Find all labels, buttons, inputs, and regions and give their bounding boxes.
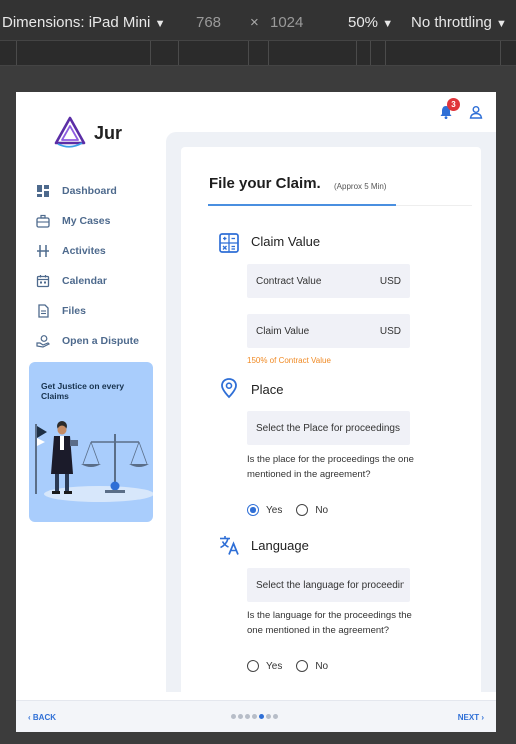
- section-title-place: Place: [251, 382, 284, 397]
- step-dot: [259, 714, 264, 719]
- lawyer-illustration-icon: [35, 421, 153, 502]
- sidebar-item-label: My Cases: [62, 215, 111, 227]
- language-radio-group: Yes No: [247, 659, 342, 673]
- claim-value-hint: 150% of Contract Value: [247, 356, 331, 365]
- chevron-down-icon: ▼: [496, 18, 507, 30]
- claim-value-input[interactable]: Claim Value USD: [247, 314, 410, 348]
- place-no-label: No: [315, 504, 329, 516]
- place-yes-label: Yes: [266, 504, 283, 516]
- height-input[interactable]: 1024: [270, 14, 303, 31]
- sidebar-item-label: Dashboard: [62, 185, 117, 197]
- device-dimensions-select[interactable]: Dimensions: iPad Mini ▼: [2, 14, 165, 31]
- next-button[interactable]: NEXT ›: [458, 713, 484, 722]
- brand-name: Jur: [94, 123, 123, 143]
- sidebar-item-activites[interactable]: Activites: [36, 242, 106, 260]
- language-select[interactable]: Select the language for proceedings: [247, 568, 410, 602]
- throttling-label: No throttling: [411, 14, 492, 31]
- sidebar-item-calendar[interactable]: Calendar: [36, 272, 107, 290]
- jur-logo-icon: [54, 116, 86, 148]
- briefcase-icon: [36, 214, 50, 228]
- language-yes-label: Yes: [266, 660, 283, 672]
- language-no-radio[interactable]: [296, 660, 309, 672]
- file-icon: [38, 304, 49, 318]
- hand-icon: [36, 335, 50, 348]
- section-title-language: Language: [251, 538, 309, 553]
- sidebar-item-label: Open a Dispute: [62, 335, 140, 347]
- chevron-down-icon: ▼: [382, 18, 394, 30]
- sidebar-item-label: Activites: [62, 245, 106, 257]
- sidebar-item-label: Files: [62, 305, 86, 317]
- step-dot: [238, 714, 243, 719]
- step-indicator: [231, 714, 280, 719]
- page-subtitle: (Approx 5 Min): [334, 182, 387, 191]
- sidebar-item-open-a-dispute[interactable]: Open a Dispute: [36, 332, 139, 350]
- throttling-select[interactable]: No throttling ▼: [411, 14, 507, 31]
- language-yes-radio[interactable]: [247, 660, 259, 672]
- width-input[interactable]: 768: [196, 14, 221, 31]
- next-label: NEXT: [457, 713, 480, 722]
- device-viewport: Jur 3 Dashboard My Cases Activites Calen…: [16, 92, 496, 732]
- device-label: Dimensions: iPad Mini: [2, 14, 151, 31]
- location-pin-icon: [221, 378, 237, 399]
- sidebar-item-label: Calendar: [62, 275, 107, 287]
- language-select-text: Select the language for proceedings: [256, 580, 404, 591]
- dashboard-icon: [37, 185, 49, 197]
- sidebar-item-dashboard[interactable]: Dashboard: [36, 182, 117, 200]
- sidebar-item-files[interactable]: Files: [36, 302, 86, 320]
- place-question: Is the place for the proceedings the one…: [247, 454, 414, 480]
- place-select-text: Select the Place for proceedings: [256, 423, 400, 434]
- page-title: File your Claim.: [209, 175, 321, 192]
- chevron-right-icon: ›: [481, 713, 484, 722]
- back-label: BACK: [32, 713, 57, 722]
- promo-title: Get Justice on every Claims: [41, 381, 125, 401]
- zoom-label: 50%: [348, 14, 379, 31]
- language-no-label: No: [315, 660, 329, 672]
- sidebar-item-my-cases[interactable]: My Cases: [36, 212, 110, 230]
- place-no-radio[interactable]: [296, 504, 309, 516]
- divider: [396, 205, 472, 206]
- contract-value-input[interactable]: Contract Value USD: [247, 264, 410, 298]
- chevron-left-icon: ‹: [28, 713, 31, 722]
- calculator-icon: [219, 233, 239, 253]
- activity-icon: [37, 245, 49, 257]
- translate-icon: [220, 536, 239, 555]
- promo-card: Get Justice on every Claims: [29, 362, 153, 522]
- back-button[interactable]: ‹ BACK: [28, 713, 56, 722]
- step-dot: [273, 714, 278, 719]
- step-dot: [252, 714, 257, 719]
- contract-currency: USD: [379, 276, 401, 287]
- title-underline: [208, 204, 396, 206]
- wizard-footer: ‹ BACK NEXT ›: [16, 700, 496, 732]
- step-dot: [231, 714, 236, 719]
- times-separator: ×: [250, 14, 259, 31]
- place-yes-radio[interactable]: [247, 504, 259, 516]
- calendar-icon: [36, 275, 50, 288]
- place-radio-group: Yes No: [247, 503, 342, 517]
- place-select[interactable]: Select the Place for proceedings: [247, 411, 410, 445]
- step-dot: [266, 714, 271, 719]
- section-title-claim-value: Claim Value: [251, 234, 321, 249]
- user-icon[interactable]: [468, 104, 484, 120]
- chevron-down-icon: ▼: [154, 18, 166, 30]
- media-query-ruler: [0, 40, 516, 66]
- zoom-select[interactable]: 50% ▼: [348, 14, 393, 31]
- notification-badge: 3: [447, 98, 460, 111]
- language-question: Is the language for the proceedings the …: [247, 610, 412, 636]
- step-dot: [245, 714, 250, 719]
- claim-currency: USD: [379, 326, 401, 337]
